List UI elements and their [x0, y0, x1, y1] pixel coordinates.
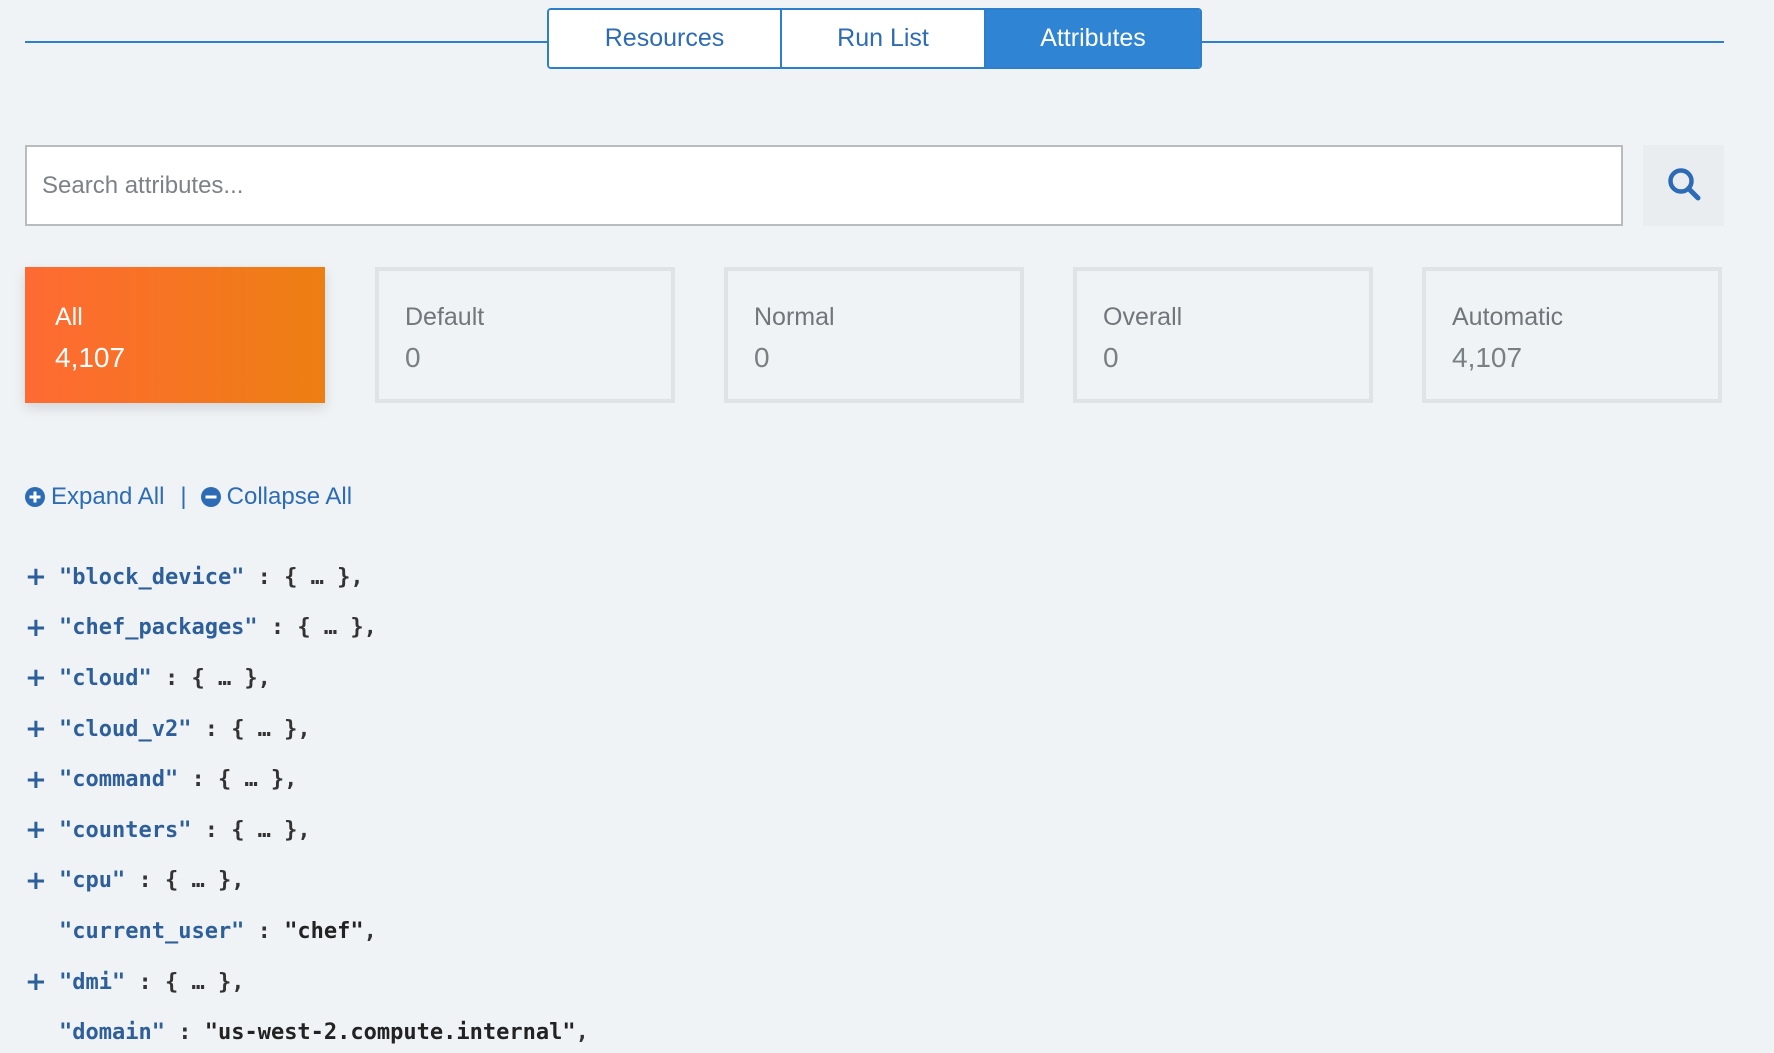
- search-button[interactable]: [1643, 145, 1724, 226]
- attribute-collapsed-value[interactable]: : { … },: [152, 666, 271, 691]
- expand-node-icon[interactable]: +: [25, 866, 59, 896]
- expand-node-icon[interactable]: +: [25, 765, 59, 795]
- controls-separator: |: [180, 483, 187, 510]
- attribute-collapsed-value[interactable]: : { … },: [244, 565, 364, 590]
- attribute-key: "current_user": [59, 918, 245, 944]
- tree-row: + "block_device" : { … },: [25, 552, 589, 603]
- tree-controls: Expand All | Collapse All: [25, 481, 352, 513]
- attribute-tail: ,: [363, 918, 377, 944]
- filter-label: All: [55, 303, 83, 331]
- attribute-key: "counters": [59, 817, 192, 843]
- collapse-all-button[interactable]: Collapse All: [200, 483, 353, 511]
- attribute-key: "chef_packages": [59, 615, 258, 641]
- attribute-separator: :: [164, 1020, 205, 1046]
- collapse-all-label: Collapse All: [226, 483, 353, 510]
- search-input[interactable]: [25, 145, 1623, 226]
- expand-all-label: Expand All: [51, 483, 165, 510]
- filter-count: 4,107: [55, 342, 126, 373]
- search-icon: [1666, 166, 1702, 205]
- attributes-page: Resources Run List Attributes All 4,107 …: [0, 0, 1774, 1053]
- filter-card-overall[interactable]: Overall 0: [1073, 267, 1373, 403]
- attribute-tree: + "block_device" : { … }, + "chef_packag…: [25, 552, 589, 1053]
- tree-row: + "cpu" : { … },: [25, 856, 589, 907]
- filter-label: Normal: [754, 303, 835, 331]
- tree-row: + "cloud_v2" : { … },: [25, 704, 589, 755]
- tree-row: + "counters" : { … },: [25, 805, 589, 856]
- expand-node-icon[interactable]: +: [25, 714, 59, 744]
- attribute-collapsed-value[interactable]: : { … },: [258, 615, 377, 640]
- expand-node-icon[interactable]: +: [25, 663, 59, 693]
- filter-card-automatic[interactable]: Automatic 4,107: [1422, 267, 1722, 403]
- attribute-separator: :: [244, 918, 285, 944]
- attribute-collapsed-value[interactable]: : { … },: [125, 868, 244, 893]
- filter-count: 0: [754, 342, 770, 373]
- attribute-key: "command": [59, 767, 179, 793]
- attribute-collapsed-value[interactable]: : { … },: [178, 767, 297, 792]
- minus-circle-icon: [200, 487, 221, 507]
- expand-node-icon[interactable]: +: [25, 562, 59, 592]
- expand-node-icon[interactable]: +: [25, 815, 59, 845]
- tab-bar: Resources Run List Attributes: [547, 8, 1202, 69]
- tab-divider-left: [25, 41, 548, 43]
- filter-label: Automatic: [1452, 303, 1564, 331]
- filter-count: 0: [405, 342, 421, 373]
- filter-label: Default: [405, 303, 485, 331]
- expand-all-button[interactable]: Expand All: [25, 483, 164, 511]
- tree-row: "domain" : "us-west-2.compute.internal" …: [25, 1007, 589, 1053]
- attribute-key: "domain": [59, 1020, 165, 1046]
- tree-row: + "chef_packages" : { … },: [25, 603, 589, 654]
- attribute-tail: ,: [575, 1020, 589, 1046]
- filter-count: 4,107: [1452, 342, 1523, 373]
- attribute-collapsed-value[interactable]: : { … },: [191, 818, 311, 843]
- tab-divider-right: [1201, 41, 1724, 43]
- tree-row: + "cloud" : { … },: [25, 653, 589, 704]
- attribute-key: "block_device": [59, 564, 245, 590]
- tab-resources[interactable]: Resources: [549, 10, 780, 67]
- expand-node-icon[interactable]: +: [25, 613, 59, 643]
- tab-run-list[interactable]: Run List: [780, 10, 984, 67]
- filter-card-normal[interactable]: Normal 0: [724, 267, 1024, 403]
- tree-row: "current_user" : "chef" ,: [25, 906, 589, 957]
- attribute-value: "chef": [284, 918, 364, 944]
- filter-card-all[interactable]: All 4,107: [25, 267, 325, 403]
- tab-attributes[interactable]: Attributes: [984, 10, 1200, 67]
- attribute-key: "cpu": [59, 868, 126, 894]
- filter-label: Overall: [1103, 303, 1183, 331]
- expand-node-icon[interactable]: +: [25, 967, 59, 997]
- attribute-collapsed-value[interactable]: : { … },: [191, 717, 311, 742]
- tree-row: + "command" : { … },: [25, 754, 589, 805]
- attribute-key: "cloud": [59, 665, 152, 691]
- attribute-key: "cloud_v2": [59, 716, 192, 742]
- plus-circle-icon: [25, 487, 45, 507]
- attribute-value: "us-west-2.compute.internal": [204, 1020, 576, 1046]
- attribute-collapsed-value[interactable]: : { … },: [125, 970, 244, 995]
- attribute-key: "dmi": [59, 969, 126, 995]
- tree-row: + "dmi" : { … },: [25, 957, 589, 1008]
- filter-card-default[interactable]: Default 0: [375, 267, 675, 403]
- filter-count: 0: [1103, 342, 1119, 373]
